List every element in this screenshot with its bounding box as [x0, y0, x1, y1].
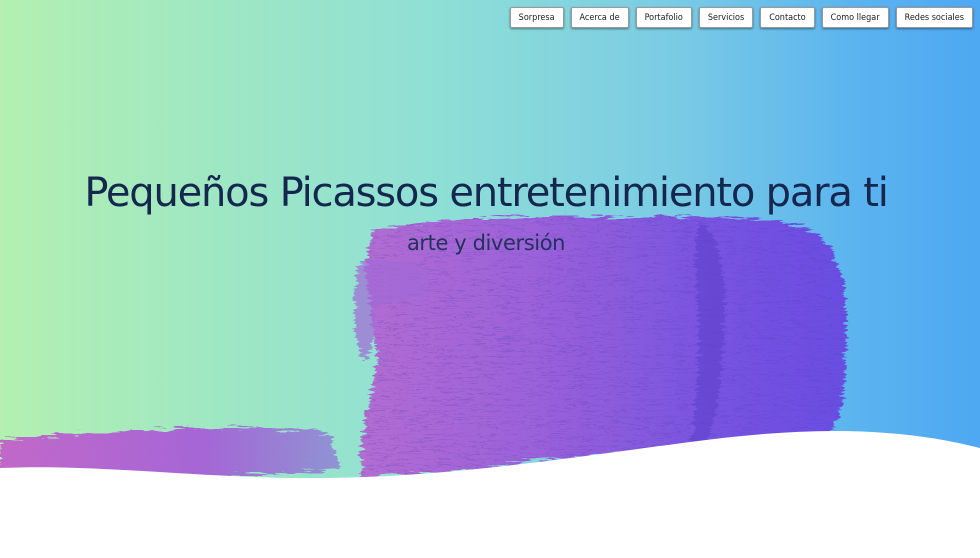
bottom-wave-divider	[0, 431, 980, 558]
hero-section: Sorpresa Acerca de Portafolio Servicios …	[0, 0, 980, 558]
